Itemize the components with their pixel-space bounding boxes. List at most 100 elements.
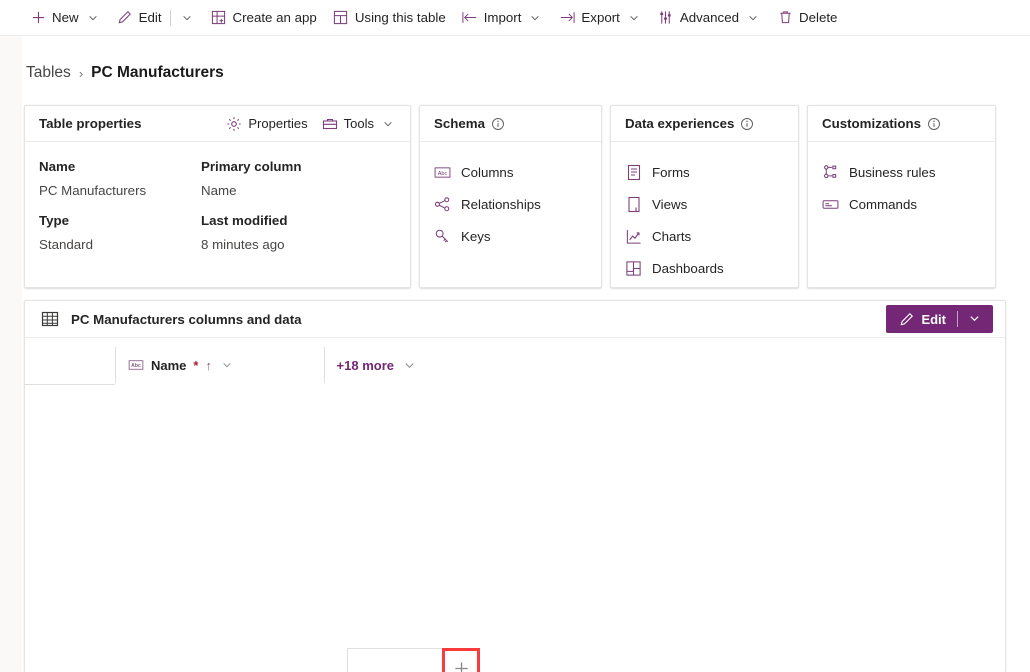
schema-card: Schema Abc Columns Relationships Keys [419,105,602,288]
field-value-name: PC Manufacturers [39,183,147,198]
table-properties-card: Table properties Properties Tools Name P… [24,105,411,288]
panel-edit-label: Edit [921,311,946,327]
grid-column-name-label: Name [151,357,187,373]
grid-more-columns-label: +18 more [336,357,394,373]
dx-link-views-label: Views [652,196,688,212]
dx-link-charts-label: Charts [652,228,692,244]
advanced-button[interactable]: Advanced [650,0,769,36]
new-button-label: New [52,9,79,25]
schema-card-header: Schema [420,106,601,142]
business-rules-icon [822,164,839,181]
field-label-last-modified: Last modified [201,213,288,228]
panel-edit-chevron[interactable] [958,305,991,333]
info-icon[interactable] [491,117,505,131]
using-this-table-button[interactable]: Using this table [325,0,454,36]
data-experiences-links: Forms Views Charts Dashboards [625,156,784,284]
delete-button[interactable]: Delete [769,0,845,36]
tools-button[interactable]: Tools [322,116,396,132]
chevron-down-icon[interactable] [626,10,642,26]
sort-ascending-icon[interactable]: ↑ [205,358,212,373]
breadcrumb-current: PC Manufacturers [91,64,224,81]
chevron-down-icon[interactable] [219,357,235,373]
dx-link-charts[interactable]: Charts [625,220,784,252]
trash-icon [777,10,793,26]
properties-button-label: Properties [248,116,308,131]
grid-more-columns-button[interactable]: +18 more [324,347,417,383]
properties-button[interactable]: Properties [226,116,308,132]
pencil-icon [117,10,133,26]
add-column-button[interactable] [445,651,477,672]
delete-button-label: Delete [799,9,838,25]
grid-column-header-name[interactable]: Abc Name * ↑ [115,347,324,383]
grid-header-row: Abc Name * ↑ +18 more [115,347,417,383]
new-button[interactable]: New [22,0,109,36]
table-properties-card-header: Table properties Properties Tools [25,106,410,142]
create-app-icon [211,10,227,26]
chevron-down-icon[interactable] [380,116,396,132]
info-icon[interactable] [927,117,941,131]
breadcrumb: Tables › PC Manufacturers [26,64,224,82]
commands-icon [822,196,839,213]
edit-button[interactable]: Edit [109,0,203,36]
schema-body: Abc Columns Relationships Keys [420,142,601,266]
import-button-label: Import [483,9,522,25]
cust-link-commands-label: Commands [849,196,917,212]
dx-link-forms[interactable]: Forms [625,156,784,188]
grid-row-rule [25,384,115,385]
breadcrumb-tables-link[interactable]: Tables [26,64,71,82]
cust-link-business-rules[interactable]: Business rules [822,156,981,188]
customizations-body: Business rules Commands [808,142,995,234]
edit-button-label: Edit [138,9,162,25]
plus-icon [30,10,46,26]
create-an-app-button[interactable]: Create an app [203,0,325,36]
columns-and-data-title: PC Manufacturers columns and data [41,310,302,328]
field-value-last-modified: 8 minutes ago [201,237,285,252]
required-asterisk: * [193,357,199,373]
abc-column-icon: Abc [434,164,451,181]
advanced-button-label: Advanced [679,9,740,25]
info-cards-row: Table properties Properties Tools Name P… [24,105,996,288]
svg-text:Abc: Abc [131,363,141,369]
dx-link-forms-label: Forms [652,164,690,180]
chevron-down-icon[interactable] [527,10,543,26]
panel-edit-button[interactable]: Edit [886,305,993,333]
breadcrumb-separator: › [78,65,84,81]
form-icon [625,164,642,181]
table-properties-grid: Name Primary column PC Manufacturers Nam… [39,156,396,262]
advanced-sliders-icon [658,10,674,26]
key-icon [434,228,451,245]
import-arrow-icon [462,10,478,26]
cust-link-commands[interactable]: Commands [822,188,981,220]
customizations-title: Customizations [822,116,921,131]
table-grid-icon [41,310,59,328]
schema-link-columns[interactable]: Abc Columns [434,156,587,188]
chevron-down-icon[interactable] [179,10,195,26]
view-icon [625,196,642,213]
dx-link-views[interactable]: Views [625,188,784,220]
abc-column-icon: Abc [128,358,144,372]
customizations-card-header: Customizations [808,106,995,142]
field-label-primary-column: Primary column [201,159,302,174]
field-value-type: Standard [39,237,93,252]
chevron-down-icon[interactable] [745,10,761,26]
customizations-links: Business rules Commands [822,156,981,220]
create-an-app-label: Create an app [232,9,317,25]
chevron-down-icon[interactable] [85,10,101,26]
field-label-type: Type [39,213,70,228]
customizations-card: Customizations Business rules Commands [807,105,996,288]
import-button[interactable]: Import [454,0,552,36]
export-button[interactable]: Export [551,0,649,36]
export-arrow-icon [559,10,576,26]
gear-icon [226,116,242,132]
chevron-down-icon[interactable] [401,357,417,373]
schema-link-relationships[interactable]: Relationships [434,188,587,220]
command-bar: New Edit Create an app Using this table … [0,0,1030,36]
schema-link-columns-label: Columns [461,164,514,180]
divider [169,9,171,26]
dx-link-dashboards[interactable]: Dashboards [625,252,784,284]
data-experiences-card-header: Data experiences [611,106,798,142]
panel-edit-main[interactable]: Edit [888,305,957,333]
schema-link-keys[interactable]: Keys [434,220,587,252]
info-icon[interactable] [740,117,754,131]
page-root: New Edit Create an app Using this table … [0,0,1030,672]
